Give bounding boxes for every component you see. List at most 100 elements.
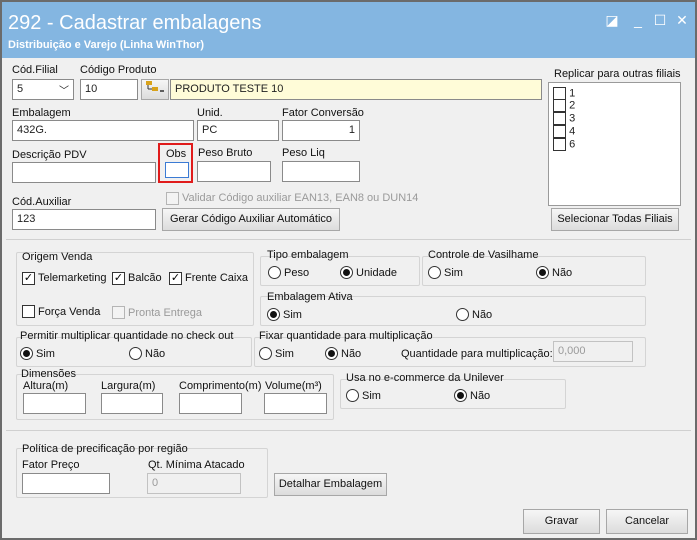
peso-liq-field[interactable] [282,161,360,182]
volume-field[interactable] [264,393,327,414]
maximize-button[interactable]: ☐ [650,10,670,30]
frente-caixa-label: Frente Caixa [185,272,248,284]
permitir-multiplicar-label: Permitir multiplicar quantidade no check… [20,330,234,342]
embalagem-field[interactable]: 432G. [12,120,194,141]
dialog-window: 292 - Cadastrar embalagens Distribuição … [0,0,697,540]
forca-venda-checkbox[interactable] [22,305,35,318]
cod-auxiliar-label: Cód.Auxiliar [12,196,72,208]
tipo-embalagem-label: Tipo embalagem [267,249,349,261]
search-product-button[interactable] [141,79,169,100]
comprimento-field[interactable] [179,393,242,414]
ativa-sim-radio[interactable] [267,308,280,321]
embalagem-ativa-label: Embalagem Ativa [267,291,353,303]
list-item[interactable]: 6 [553,138,575,151]
origem-venda-label: Origem Venda [22,251,93,263]
search-tree-icon [146,81,164,92]
peso-liq-label: Peso Liq [282,147,325,159]
balcao-checkbox[interactable]: ✓ [112,272,125,285]
controle-vasilhame-label: Controle de Vasilhame [428,249,539,261]
altura-label: Altura(m) [23,380,69,392]
cod-filial-value: 5 [17,83,24,95]
fixar-nao-radio[interactable] [325,347,338,360]
vasilhame-nao-radio[interactable] [536,266,549,279]
largura-label: Largura(m) [101,380,156,392]
largura-field[interactable] [101,393,163,414]
volume-label: Volume(m³) [265,380,322,392]
frente-caixa-checkbox[interactable]: ✓ [169,272,182,285]
qt-minima-label: Qt. Mínima Atacado [148,459,245,471]
qtd-multiplicacao-field[interactable]: 0,000 [553,341,633,362]
obs-field[interactable] [165,162,189,178]
qtd-multiplicacao-label: Quantidade para multiplicação: [401,348,553,360]
fixar-quantidade-label: Fixar quantidade para multiplicação [259,330,433,342]
gravar-button[interactable]: Gravar [523,509,600,534]
politica-label: Política de precificação por região [22,443,188,455]
window-subtitle: Distribuição e Varejo (Linha WinThor) [8,39,205,51]
multiplicar-sim-radio[interactable] [20,347,33,360]
fator-conversao-label: Fator Conversão [282,107,364,119]
unid-label: Unid. [197,107,223,119]
cod-auxiliar-field[interactable]: 123 [12,209,156,230]
ecommerce-sim-label: Sim [362,390,381,402]
divider [6,239,691,240]
edit-icon[interactable]: ◪ [602,10,622,30]
dialog-client: Cód.Filial 5 ﹀ Código Produto 10 PRODUTO… [2,58,695,538]
ecommerce-nao-radio[interactable] [454,389,467,402]
window-title: 292 - Cadastrar embalagens [8,12,262,34]
validar-ean-label: Validar Código auxiliar EAN13, EAN8 ou D… [182,192,419,204]
title-bar[interactable]: 292 - Cadastrar embalagens Distribuição … [2,2,695,58]
balcao-label: Balcão [128,272,162,284]
cancelar-button[interactable]: Cancelar [606,509,688,534]
ecommerce-label: Usa no e-commerce da Unilever [346,372,504,384]
multiplicar-nao-radio[interactable] [129,347,142,360]
ecommerce-nao-label: Não [470,390,491,402]
gerar-codigo-button[interactable]: Gerar Código Auxiliar Automático [162,208,340,231]
fixar-nao-label: Não [341,348,362,360]
altura-field[interactable] [23,393,86,414]
tipo-unidade-radio[interactable] [340,266,353,279]
list-item[interactable]: 2 [553,99,575,112]
fixar-sim-radio[interactable] [259,347,272,360]
vasilhame-sim-label: Sim [444,267,463,279]
ativa-sim-label: Sim [283,309,302,321]
replicar-list[interactable]: 1 2 3 4 6 [548,82,681,206]
codigo-produto-field[interactable]: 10 [80,79,138,100]
qt-minima-field[interactable]: 0 [147,473,241,494]
detalhar-embalagem-button[interactable]: Detalhar Embalagem [274,473,387,496]
multiplicar-sim-label: Sim [36,348,55,360]
fator-preco-field[interactable] [22,473,110,494]
pronta-entrega-checkbox[interactable] [112,306,125,319]
unid-field[interactable]: PC [197,120,279,141]
vasilhame-sim-radio[interactable] [428,266,441,279]
list-item[interactable]: 4 [553,125,575,138]
validar-ean-checkbox[interactable] [166,192,179,205]
minimize-button[interactable]: _ [628,10,648,30]
close-button[interactable]: ✕ [672,10,692,30]
ativa-nao-label: Não [472,309,493,321]
replicar-label: Replicar para outras filiais [554,68,681,80]
codigo-produto-label: Código Produto [80,64,157,76]
pronta-entrega-label: Pronta Entrega [128,307,202,319]
cod-filial-select[interactable]: 5 ﹀ [12,79,74,100]
peso-bruto-field[interactable] [197,161,271,182]
fixar-sim-label: Sim [275,348,294,360]
obs-label: Obs [166,148,187,160]
dimensoes-label: Dimensões [21,368,77,380]
multiplicar-nao-label: Não [145,348,166,360]
tipo-unidade-label: Unidade [356,267,397,279]
ecommerce-sim-radio[interactable] [346,389,359,402]
list-item[interactable]: 3 [553,112,575,125]
ativa-nao-radio[interactable] [456,308,469,321]
comprimento-label: Comprimento(m) [179,380,262,392]
tipo-peso-radio[interactable] [268,266,281,279]
produto-descricao-field: PRODUTO TESTE 10 [170,79,542,100]
vasilhame-nao-label: Não [552,267,573,279]
tipo-peso-label: Peso [284,267,310,279]
peso-bruto-label: Peso Bruto [198,147,253,159]
descricao-pdv-label: Descrição PDV [12,149,87,161]
select-all-branches-button[interactable]: Selecionar Todas Filiais [551,208,679,231]
descricao-pdv-field[interactable] [12,162,156,183]
fator-conversao-field[interactable]: 1 [282,120,360,141]
telemarketing-checkbox[interactable]: ✓ [22,272,35,285]
cod-filial-label: Cód.Filial [12,64,58,76]
